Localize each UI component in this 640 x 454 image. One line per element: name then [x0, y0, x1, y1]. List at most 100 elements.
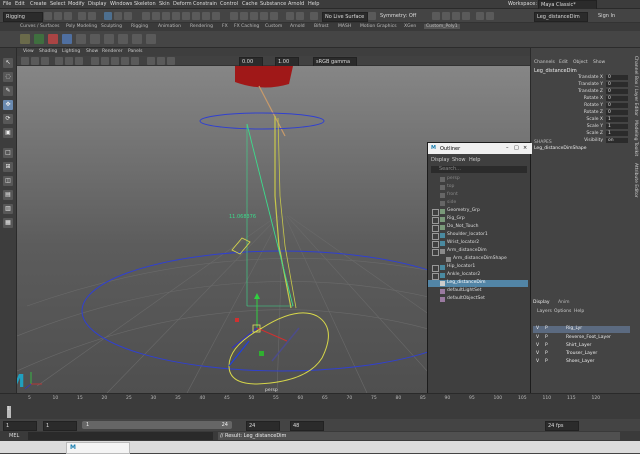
- layer-visible-toggle[interactable]: V: [536, 335, 539, 340]
- select-component-icon[interactable]: [124, 12, 132, 20]
- layer-visible-toggle[interactable]: V: [536, 326, 539, 331]
- playback-start-field[interactable]: 1: [43, 421, 77, 431]
- menu-help[interactable]: Help: [308, 1, 319, 7]
- render-settings-icon[interactable]: [452, 12, 460, 20]
- quick-select-field[interactable]: Leg_distanceDim: [534, 12, 588, 22]
- expand-icon[interactable]: [432, 217, 439, 224]
- shelf-tool-6-icon[interactable]: [90, 34, 100, 44]
- command-input[interactable]: [28, 432, 213, 440]
- outliner-search[interactable]: Search...: [431, 166, 527, 173]
- cb-tab-object[interactable]: Object: [573, 60, 588, 65]
- render-frame-icon[interactable]: [432, 12, 440, 20]
- layer-row-trouser[interactable]: V P Trouser_Layer: [533, 351, 630, 358]
- isolate-icon[interactable]: [167, 57, 175, 65]
- snap-view-icon[interactable]: [260, 12, 268, 20]
- joint-tool-icon[interactable]: [20, 34, 30, 44]
- layer-menu-layers[interactable]: Layers: [537, 309, 552, 314]
- tab-channel-box-layer-editor[interactable]: Channel Box / Layer Editor: [633, 56, 638, 116]
- hip-control-circle[interactable]: [199, 112, 325, 130]
- move-tool-icon[interactable]: ✥: [3, 100, 13, 110]
- playback-end-field[interactable]: 24: [246, 421, 280, 431]
- snap-surface-icon[interactable]: [270, 12, 278, 20]
- hypershade-icon[interactable]: [462, 12, 470, 20]
- layer-menu-options[interactable]: Options: [554, 309, 571, 314]
- mask-misc-icon[interactable]: [212, 12, 220, 20]
- sign-in-link[interactable]: Sign In: [598, 13, 615, 19]
- outliner-row[interactable]: defaultObjectSet: [428, 296, 528, 303]
- menu-substance[interactable]: Substance: [260, 1, 286, 7]
- menu-skeleton[interactable]: Skeleton: [134, 1, 156, 7]
- layer-visible-toggle[interactable]: V: [536, 359, 539, 364]
- grid-icon[interactable]: [55, 57, 63, 65]
- outliner-row[interactable]: persp: [428, 176, 528, 183]
- outliner-menu-display[interactable]: Display: [431, 157, 449, 163]
- textured-icon[interactable]: [111, 57, 119, 65]
- outliner-row-selected[interactable]: Leg_distanceDim: [428, 280, 528, 287]
- save-scene-icon[interactable]: [64, 12, 72, 20]
- cb-tab-channels[interactable]: Channels: [534, 60, 555, 65]
- redo-icon[interactable]: [88, 12, 96, 20]
- layer-row-shoes[interactable]: V P Shoes_Layer: [533, 359, 630, 366]
- attr-scale-z[interactable]: Scale Z1: [531, 131, 631, 137]
- time-slider[interactable]: 5 10 15 20 25 30 35 40 45 50 55 60 65 70 75 80 85 90 95 100…: [0, 393, 640, 419]
- layer-row-shirt[interactable]: V P Shirt_Layer: [533, 343, 630, 350]
- select-object-icon[interactable]: [114, 12, 122, 20]
- shelf-tool-7-icon[interactable]: [104, 34, 114, 44]
- menu-control[interactable]: Control: [220, 1, 238, 7]
- shape-name[interactable]: Leg_distanceDimShape: [534, 146, 587, 151]
- shelf-tool-8-icon[interactable]: [118, 34, 128, 44]
- attr-value[interactable]: 0: [606, 103, 628, 108]
- arnold-render-icon[interactable]: [476, 12, 484, 20]
- move-xy-plane[interactable]: [259, 351, 264, 356]
- xray-joints-icon[interactable]: [157, 57, 165, 65]
- taskbar-window[interactable]: M: [66, 442, 130, 454]
- mask-surface-icon[interactable]: [172, 12, 180, 20]
- outliner-row[interactable]: defaultLightSet: [428, 288, 528, 295]
- attr-scale-x[interactable]: Scale X1: [531, 117, 631, 123]
- range-bar[interactable]: 1 24: [82, 421, 232, 429]
- lights-icon[interactable]: [121, 57, 129, 65]
- layer-row-rig[interactable]: V P Rig_Lyr: [533, 326, 630, 333]
- bookmark-icon[interactable]: [41, 57, 49, 65]
- menu-modify[interactable]: Modify: [68, 1, 85, 7]
- layer-name[interactable]: Shoes_Layer: [566, 359, 594, 364]
- symmetry-label[interactable]: Symmetry: Off: [380, 13, 416, 19]
- menu-create[interactable]: Create: [30, 1, 47, 7]
- shelf-tab-poly[interactable]: Poly Modeling: [66, 24, 97, 29]
- move-x-axis[interactable]: [256, 327, 288, 342]
- select-tool-icon[interactable]: ↖: [3, 58, 13, 68]
- attr-value[interactable]: 0: [606, 110, 628, 115]
- shelf-tab-rendering[interactable]: Rendering: [190, 24, 213, 29]
- cb-tab-show[interactable]: Show: [593, 60, 605, 65]
- menu-cache[interactable]: Cache: [242, 1, 258, 7]
- outliner-menu-show[interactable]: Show: [452, 157, 466, 163]
- layout-single-icon[interactable]: □: [3, 148, 13, 158]
- leg-bone[interactable]: [274, 116, 292, 309]
- attr-value[interactable]: 0: [606, 82, 628, 87]
- cp-tool-icon[interactable]: [48, 34, 58, 44]
- arnold-ipr-icon[interactable]: [486, 12, 494, 20]
- collapse-icon[interactable]: [432, 249, 439, 256]
- vp-menu-panels[interactable]: Panels: [128, 49, 142, 54]
- lasso-tool-icon[interactable]: ◌: [3, 72, 13, 82]
- attr-rotate-z[interactable]: Rotate Z0: [531, 110, 631, 116]
- script-lang-toggle[interactable]: MEL: [9, 433, 19, 439]
- wireframe-icon[interactable]: [91, 57, 99, 65]
- snap-grid-icon[interactable]: [230, 12, 238, 20]
- outliner-row[interactable]: Shoulder_locator1: [428, 232, 528, 240]
- shirt-mesh[interactable]: [235, 66, 293, 88]
- menu-file[interactable]: File: [3, 1, 11, 7]
- camera-icon[interactable]: [21, 57, 29, 65]
- snap-point-icon[interactable]: [250, 12, 258, 20]
- shelf-tab-mash[interactable]: MASH: [338, 24, 351, 29]
- start-time-field[interactable]: 1: [3, 421, 37, 431]
- expand-icon[interactable]: [432, 225, 439, 232]
- attr-value[interactable]: 1: [606, 117, 628, 122]
- layer-name[interactable]: Reverse_Foot_Layer: [566, 335, 611, 340]
- cb-object-name[interactable]: Leg_distanceDim: [534, 68, 577, 74]
- outliner-row[interactable]: Wrist_locator2: [428, 240, 528, 248]
- paint-weights-icon[interactable]: [76, 34, 86, 44]
- layer-playback-toggle[interactable]: P: [545, 359, 548, 364]
- bind-skin-icon[interactable]: [62, 34, 72, 44]
- layer-playback-toggle[interactable]: P: [545, 335, 548, 340]
